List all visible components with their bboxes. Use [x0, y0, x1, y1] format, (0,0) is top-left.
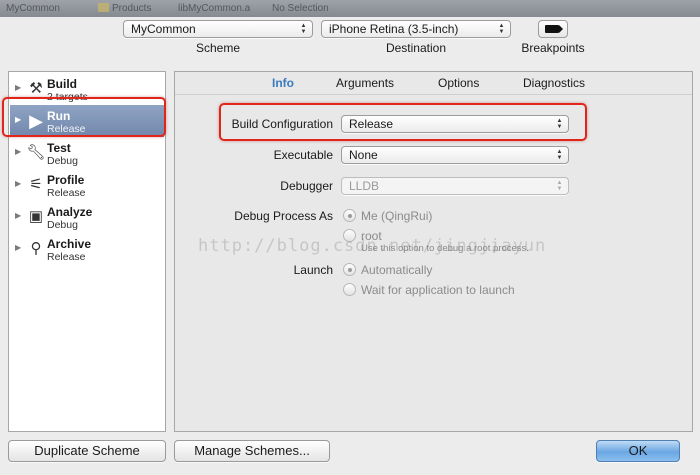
- sidebar-item-label: Profile: [47, 173, 85, 187]
- build-configuration-highlight-box: [219, 103, 587, 141]
- debugger-popup[interactable]: LLDB ▲ ▼: [341, 177, 569, 195]
- breadcrumb-bar: MyCommon Products libMyCommon.a No Selec…: [0, 0, 700, 17]
- tab-divider: [175, 94, 692, 95]
- launch-automatically-radio[interactable]: [343, 263, 356, 276]
- tab-arguments[interactable]: Arguments: [336, 76, 394, 90]
- breadcrumb-item[interactable]: libMyCommon.a: [178, 2, 250, 15]
- sidebar-item-label: Analyze: [47, 205, 93, 219]
- scheme-caption: Scheme: [195, 41, 241, 55]
- breakpoints-button[interactable]: [538, 20, 568, 38]
- up-down-arrows-icon: ▲ ▼: [556, 180, 563, 192]
- debug-process-label: Debug Process As: [234, 209, 333, 223]
- sidebar-item-label: Archive: [47, 237, 92, 251]
- hammer-icon: ⚒: [29, 80, 43, 97]
- debugger-label: Debugger: [280, 179, 333, 193]
- breadcrumb-item[interactable]: Products: [98, 2, 151, 15]
- sidebar-item-test[interactable]: ▶ 🔧︎ Test Debug: [10, 137, 164, 169]
- tab-options[interactable]: Options: [438, 76, 479, 90]
- destination-caption: Destination: [385, 41, 447, 55]
- analyze-icon: ▣: [28, 208, 44, 225]
- sidebar-item-label: Test: [47, 141, 71, 155]
- breakpoint-icon: [545, 25, 563, 33]
- sidebar-item-analyze[interactable]: ▶ ▣ Analyze Debug: [10, 201, 164, 233]
- destination-popup[interactable]: iPhone Retina (3.5-inch) ▲ ▼: [321, 20, 511, 38]
- up-down-arrows-icon: ▲ ▼: [556, 149, 563, 161]
- executable-popup[interactable]: None ▲ ▼: [341, 146, 569, 164]
- wrench-icon: 🔧︎: [26, 144, 46, 161]
- tab-diagnostics[interactable]: Diagnostics: [523, 76, 585, 90]
- launch-wait-radio[interactable]: [343, 283, 356, 296]
- disclosure-triangle-icon[interactable]: ▶: [15, 243, 21, 252]
- launch-wait-label: Wait for application to launch: [361, 283, 515, 297]
- sidebar-item-sublabel: Release: [47, 251, 86, 263]
- sidebar-item-label: Build: [47, 77, 77, 91]
- sidebar-item-sublabel: Release: [47, 187, 86, 199]
- folder-icon: [98, 3, 109, 12]
- watermark-text: http://blog.csdn.net/jingjiayun: [198, 236, 547, 256]
- run-highlight-box: [2, 97, 166, 137]
- disclosure-triangle-icon[interactable]: ▶: [15, 147, 21, 156]
- duplicate-scheme-button[interactable]: Duplicate Scheme: [8, 440, 166, 462]
- disclosure-triangle-icon[interactable]: ▶: [15, 83, 21, 92]
- breakpoints-caption: Breakpoints: [521, 41, 585, 55]
- executable-label: Executable: [273, 148, 333, 162]
- archive-icon: ⚲: [30, 240, 42, 257]
- sidebar-item-profile[interactable]: ▶ ⚟ Profile Release: [10, 169, 164, 201]
- tab-info[interactable]: Info: [272, 76, 294, 90]
- sidebar-item-sublabel: Debug: [47, 155, 78, 167]
- profile-icon: ⚟: [29, 176, 43, 193]
- ok-button[interactable]: OK: [596, 440, 680, 462]
- manage-schemes-button[interactable]: Manage Schemes...: [174, 440, 330, 462]
- launch-automatically-label: Automatically: [361, 263, 433, 277]
- up-down-arrows-icon: ▲ ▼: [300, 23, 307, 35]
- debug-as-me-label: Me (QingRui): [361, 209, 433, 223]
- debug-as-me-radio[interactable]: [343, 209, 356, 222]
- disclosure-triangle-icon[interactable]: ▶: [15, 211, 21, 220]
- up-down-arrows-icon: ▲ ▼: [498, 23, 505, 35]
- sidebar-item-archive[interactable]: ▶ ⚲ Archive Release: [10, 233, 164, 265]
- breadcrumb-item[interactable]: MyCommon: [6, 2, 60, 15]
- launch-label: Launch: [293, 263, 333, 277]
- disclosure-triangle-icon[interactable]: ▶: [15, 179, 21, 188]
- sidebar-item-sublabel: Debug: [47, 219, 78, 231]
- scheme-popup[interactable]: MyCommon ▲ ▼: [123, 20, 313, 38]
- breadcrumb-item[interactable]: No Selection: [272, 2, 329, 15]
